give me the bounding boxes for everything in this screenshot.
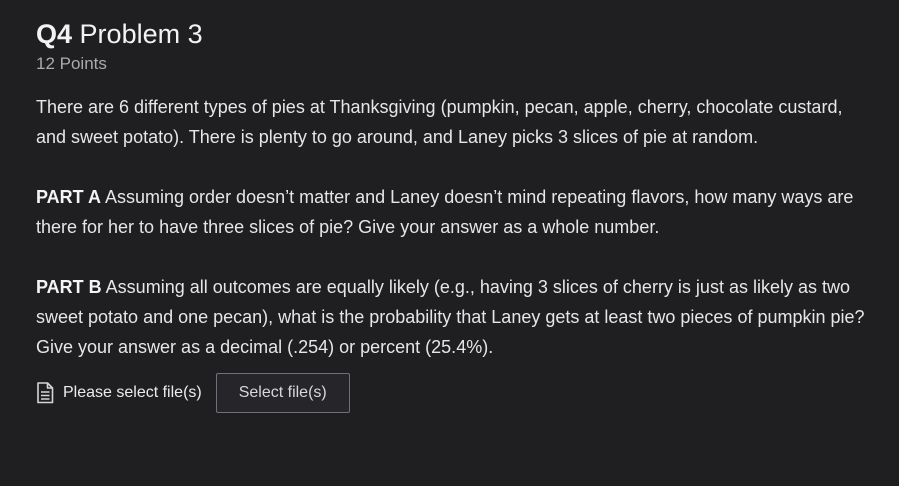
question-points: 12 Points bbox=[36, 54, 107, 73]
part-b: PART B Assuming all outcomes are equally… bbox=[36, 272, 876, 362]
select-files-button[interactable]: Select file(s) bbox=[215, 373, 350, 413]
part-a-text: Assuming order doesn’t matter and Laney … bbox=[36, 187, 854, 237]
question-title: Q4 Problem 3 bbox=[36, 16, 876, 52]
part-a-label: PART A bbox=[36, 187, 101, 207]
part-b-label: PART B bbox=[36, 277, 102, 297]
file-upload-label: Please select file(s) bbox=[63, 384, 202, 401]
question-block: Q4 Problem 3 12 Points There are 6 diffe… bbox=[36, 16, 876, 413]
file-text-icon bbox=[36, 382, 54, 404]
question-intro: There are 6 different types of pies at T… bbox=[36, 97, 843, 147]
question-number: Q4 bbox=[36, 19, 73, 49]
part-a: PART A Assuming order doesn’t matter and… bbox=[36, 182, 876, 242]
part-b-text: Assuming all outcomes are equally likely… bbox=[36, 277, 865, 357]
question-title-text: Problem 3 bbox=[79, 19, 203, 49]
file-upload-row: Please select file(s) Select file(s) bbox=[36, 373, 876, 413]
